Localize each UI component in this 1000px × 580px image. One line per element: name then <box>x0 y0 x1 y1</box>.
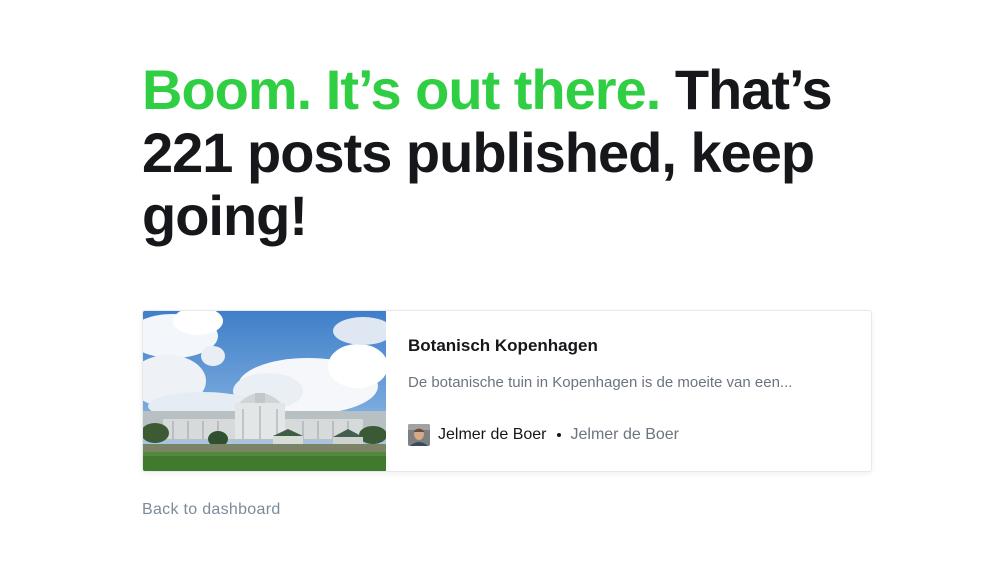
author-avatar-icon <box>408 424 430 446</box>
headline-accent: Boom. It’s out there. <box>142 58 661 121</box>
back-to-dashboard-link[interactable]: Back to dashboard <box>142 501 281 519</box>
post-card-body: Botanisch Kopenhagen De botanische tuin … <box>386 311 871 471</box>
publish-success-page: Boom. It’s out there. That’s 221 posts p… <box>0 0 1000 580</box>
post-excerpt: De botanische tuin in Kopenhagen is de m… <box>408 374 793 391</box>
post-meta: Jelmer de Boer Jelmer de Boer <box>408 424 679 446</box>
post-title[interactable]: Botanisch Kopenhagen <box>408 336 598 356</box>
photo-botanical-garden-icon <box>143 311 386 471</box>
author-name[interactable]: Jelmer de Boer <box>438 426 547 444</box>
author-secondary: Jelmer de Boer <box>570 426 680 443</box>
meta-separator-dot <box>556 433 561 437</box>
published-post-card[interactable]: Botanisch Kopenhagen De botanische tuin … <box>142 310 872 472</box>
page-headline: Boom. It’s out there. That’s 221 posts p… <box>142 58 842 247</box>
